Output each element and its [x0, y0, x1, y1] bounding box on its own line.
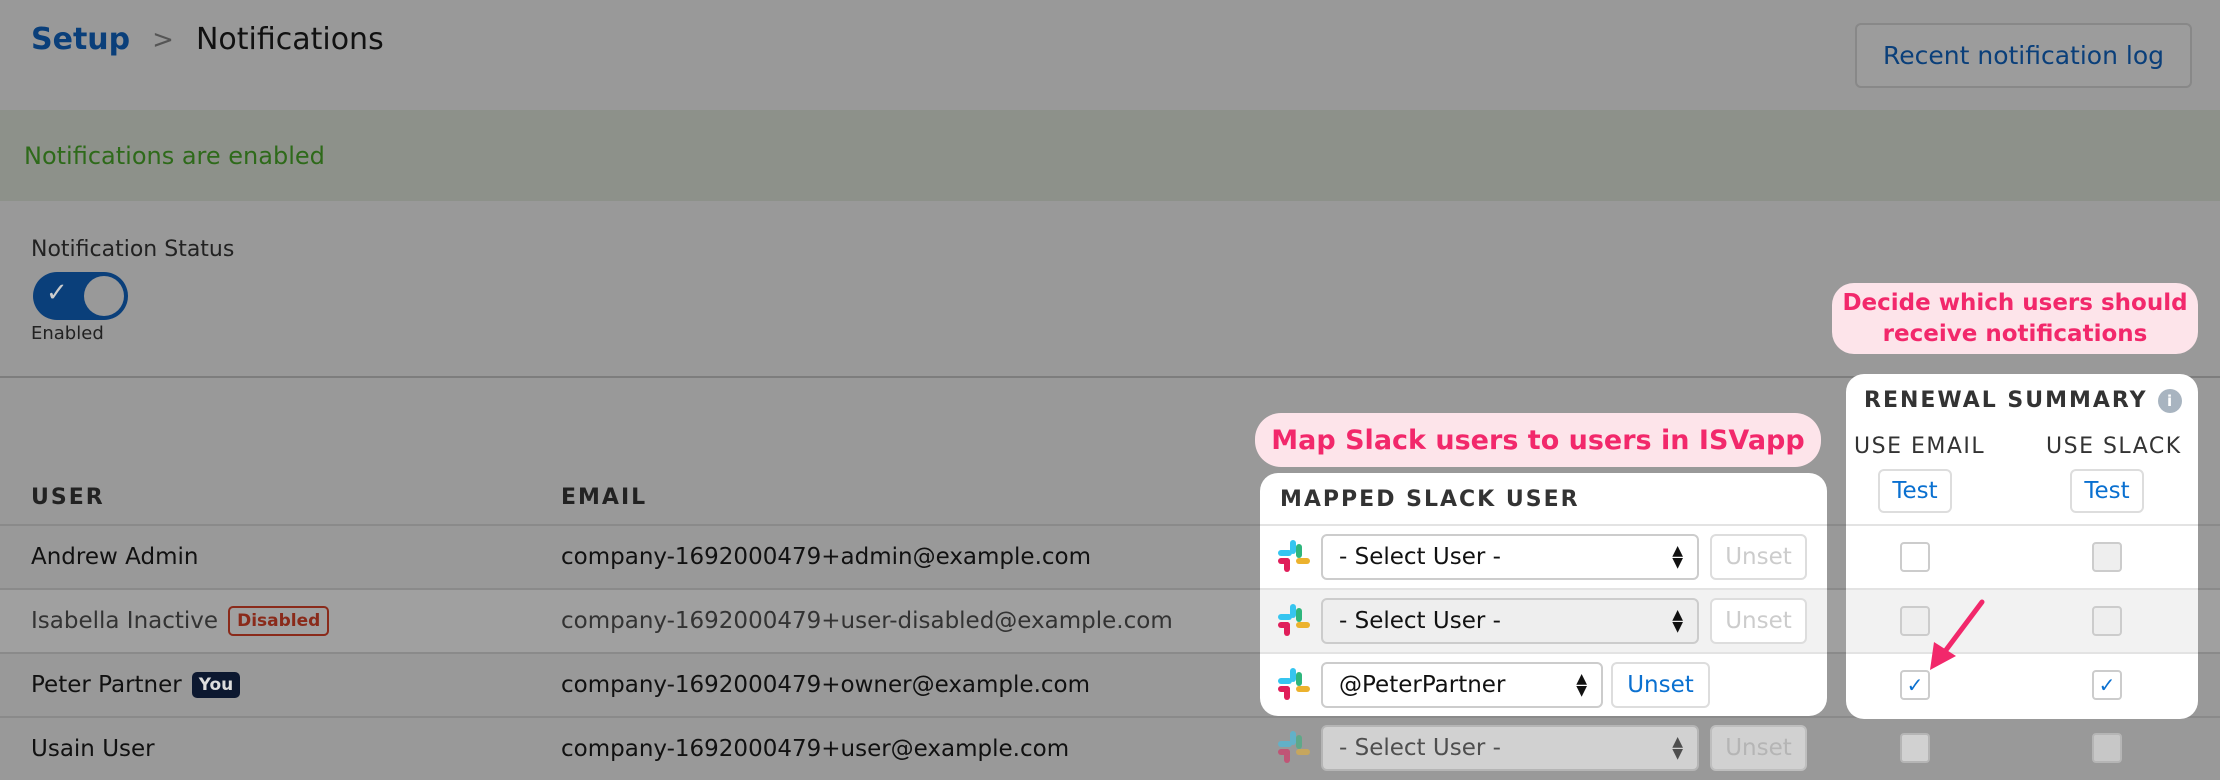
unset-button[interactable]: Unset: [1710, 598, 1807, 644]
user-email: company-1692000479+user-disabled@example…: [561, 608, 1173, 634]
you-badge: You: [191, 672, 241, 698]
disabled-badge: Disabled: [228, 606, 330, 636]
renewal-summary-header: RENEWAL SUMMARY: [1864, 388, 2148, 413]
use-slack-checkbox[interactable]: [2092, 606, 2122, 636]
user-email: company-1692000479+admin@example.com: [561, 544, 1091, 570]
slack-mapping-row: - Select User - ▲ ▼ Unset: [1260, 588, 1827, 652]
breadcrumb-setup-link[interactable]: Setup: [31, 22, 130, 57]
column-header-use-email: USE EMAIL: [1854, 434, 1986, 459]
use-slack-checkbox[interactable]: ✓: [2092, 670, 2122, 700]
annotation-arrow: [1930, 599, 1985, 670]
renewal-row: [1846, 716, 2198, 780]
selected-value: - Select User -: [1339, 544, 1501, 570]
slack-user-select[interactable]: - Select User - ▲ ▼: [1321, 725, 1699, 771]
renewal-summary-panel: RENEWAL SUMMARY i USE EMAIL USE SLACK Te…: [1846, 374, 2198, 719]
user-name: Andrew Admin: [31, 544, 199, 570]
sort-arrows-icon: ▲ ▼: [1672, 607, 1683, 635]
renewal-row: [1846, 588, 2198, 652]
slack-user-select[interactable]: @PeterPartner ▲ ▼: [1321, 662, 1603, 708]
use-email-checkbox[interactable]: [1900, 733, 1930, 763]
recent-notification-log-button[interactable]: Recent notification log: [1855, 23, 2192, 88]
slack-mapping-row: - Select User - ▲ ▼ Unset: [1260, 716, 1827, 780]
user-email: company-1692000479+owner@example.com: [561, 672, 1090, 698]
use-email-checkbox[interactable]: [1900, 542, 1930, 572]
mapped-slack-user-panel: MAPPED SLACK USER - Select User - ▲ ▼ Unse…: [1260, 473, 1827, 716]
slack-mapping-row: - Select User - ▲ ▼ Unset: [1260, 524, 1827, 588]
user-name: Isabella Inactive: [31, 608, 219, 634]
breadcrumb: Setup > Notifications: [31, 22, 384, 57]
slack-mapping-row: @PeterPartner ▲ ▼ Unset: [1260, 652, 1827, 716]
toggle-state-label: Enabled: [31, 323, 104, 344]
status-banner: Notifications are enabled: [0, 110, 2220, 201]
annotation-slack-mapping: Map Slack users to users in ISVapp: [1255, 413, 1821, 467]
unset-button[interactable]: Unset: [1710, 725, 1807, 771]
test-email-button[interactable]: Test: [1878, 469, 1952, 513]
breadcrumb-separator: >: [152, 24, 174, 55]
selected-value: - Select User -: [1339, 608, 1501, 634]
info-icon[interactable]: i: [2157, 388, 2182, 413]
notification-status-label: Notification Status: [31, 237, 235, 262]
slack-icon: [1278, 731, 1310, 765]
renewal-row: [1846, 524, 2198, 588]
use-slack-checkbox[interactable]: [2092, 733, 2122, 763]
slack-icon: [1278, 604, 1310, 638]
user-name: Usain User: [31, 736, 155, 762]
sort-arrows-icon: ▲ ▼: [1672, 543, 1683, 571]
user-name: Peter Partner: [31, 672, 182, 698]
selected-value: - Select User -: [1339, 735, 1501, 761]
selected-value: @PeterPartner: [1339, 672, 1506, 698]
sort-arrows-icon: ▲ ▼: [1672, 734, 1683, 762]
test-slack-button[interactable]: Test: [2070, 469, 2144, 513]
slack-user-select[interactable]: - Select User - ▲ ▼: [1321, 598, 1699, 644]
slack-icon: [1278, 540, 1310, 574]
renewal-row: ✓ ✓: [1846, 652, 2198, 716]
annotation-renewal: Decide which users should receive notifi…: [1832, 283, 2198, 354]
slack-user-select[interactable]: - Select User - ▲ ▼: [1321, 534, 1699, 580]
user-email: company-1692000479+user@example.com: [561, 736, 1070, 762]
sort-arrows-icon: ▲ ▼: [1576, 671, 1587, 699]
column-header-user: USER: [31, 485, 105, 510]
notification-status-toggle[interactable]: ✓: [33, 272, 128, 320]
use-slack-checkbox[interactable]: [2092, 542, 2122, 572]
page-title: Notifications: [195, 22, 384, 57]
check-icon: ✓: [46, 278, 68, 308]
unset-button[interactable]: Unset: [1611, 662, 1710, 708]
column-header-email: EMAIL: [561, 485, 648, 510]
unset-button[interactable]: Unset: [1710, 534, 1807, 580]
column-header-use-slack: USE SLACK: [2046, 434, 2182, 459]
slack-icon: [1278, 668, 1310, 702]
column-header-mapped-slack-user: MAPPED SLACK USER: [1280, 487, 1580, 512]
